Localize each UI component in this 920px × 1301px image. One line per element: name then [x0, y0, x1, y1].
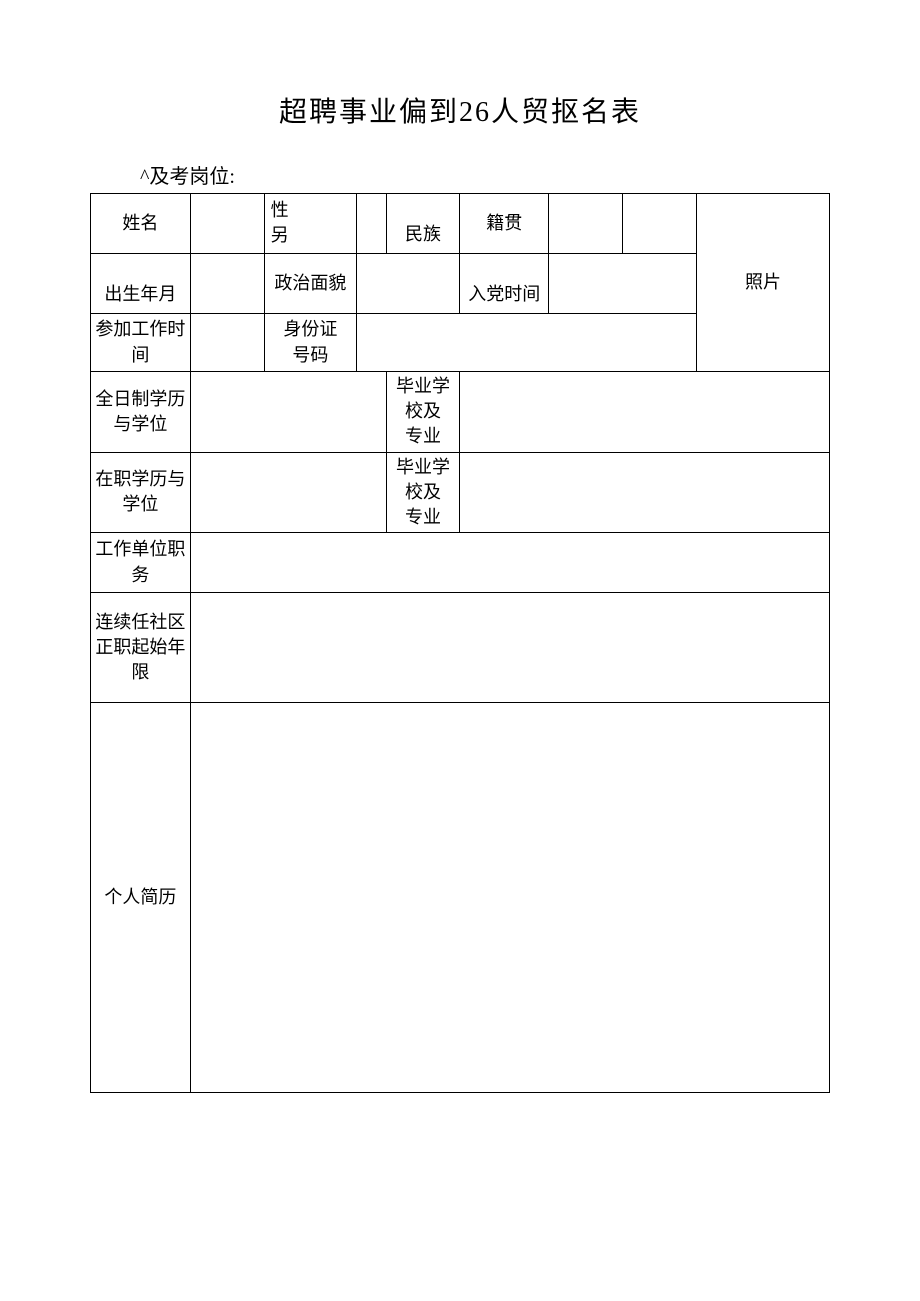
registration-table: 姓名 性另 民族 籍贯 照片 出生年月 政治面貌 入党时间 参加工作时间 身份证… — [90, 193, 830, 1093]
value-grad-school-2[interactable] — [460, 452, 830, 533]
label-inservice-edu: 在职学历与学位 — [91, 452, 191, 533]
value-tenure[interactable] — [190, 593, 829, 703]
form-title: 超聘事业偏到26人贸抠名表 — [90, 90, 830, 130]
value-fulltime-edu[interactable] — [190, 372, 386, 453]
label-political-status: 政治面貌 — [264, 254, 356, 314]
label-work-start: 参加工作时间 — [91, 314, 191, 372]
value-native-place[interactable] — [623, 194, 697, 254]
label-tenure: 连续任社区正职起始年限 — [91, 593, 191, 703]
value-inservice-edu[interactable] — [190, 452, 386, 533]
label-party-date: 入党时间 — [460, 254, 549, 314]
label-id-number: 身份证号码 — [264, 314, 356, 372]
label-grad-school-2: 毕业学校及专业 — [386, 452, 460, 533]
label-resume: 个人简历 — [91, 703, 191, 1093]
value-birth[interactable] — [190, 254, 264, 314]
value-gender[interactable] — [357, 194, 387, 254]
label-name: 姓名 — [91, 194, 191, 254]
photo-cell[interactable]: 照片 — [696, 194, 829, 372]
label-work-unit: 工作单位职务 — [91, 533, 191, 593]
label-birth: 出生年月 — [91, 254, 191, 314]
value-party-date[interactable] — [549, 254, 697, 314]
value-name[interactable] — [190, 194, 264, 254]
value-work-start[interactable] — [190, 314, 264, 372]
value-grad-school-1[interactable] — [460, 372, 830, 453]
label-native-place: 籍贯 — [460, 194, 549, 254]
value-resume[interactable] — [190, 703, 829, 1093]
label-grad-school-1: 毕业学校及专业 — [386, 372, 460, 453]
value-political-status[interactable] — [357, 254, 460, 314]
label-ethnicity: 民族 — [386, 194, 460, 254]
value-ethnicity[interactable] — [549, 194, 623, 254]
position-label: ^及考岗位: — [140, 160, 830, 189]
label-gender: 性另 — [264, 194, 356, 254]
value-id-number[interactable] — [357, 314, 697, 372]
value-work-unit[interactable] — [190, 533, 829, 593]
label-fulltime-edu: 全日制学历与学位 — [91, 372, 191, 453]
